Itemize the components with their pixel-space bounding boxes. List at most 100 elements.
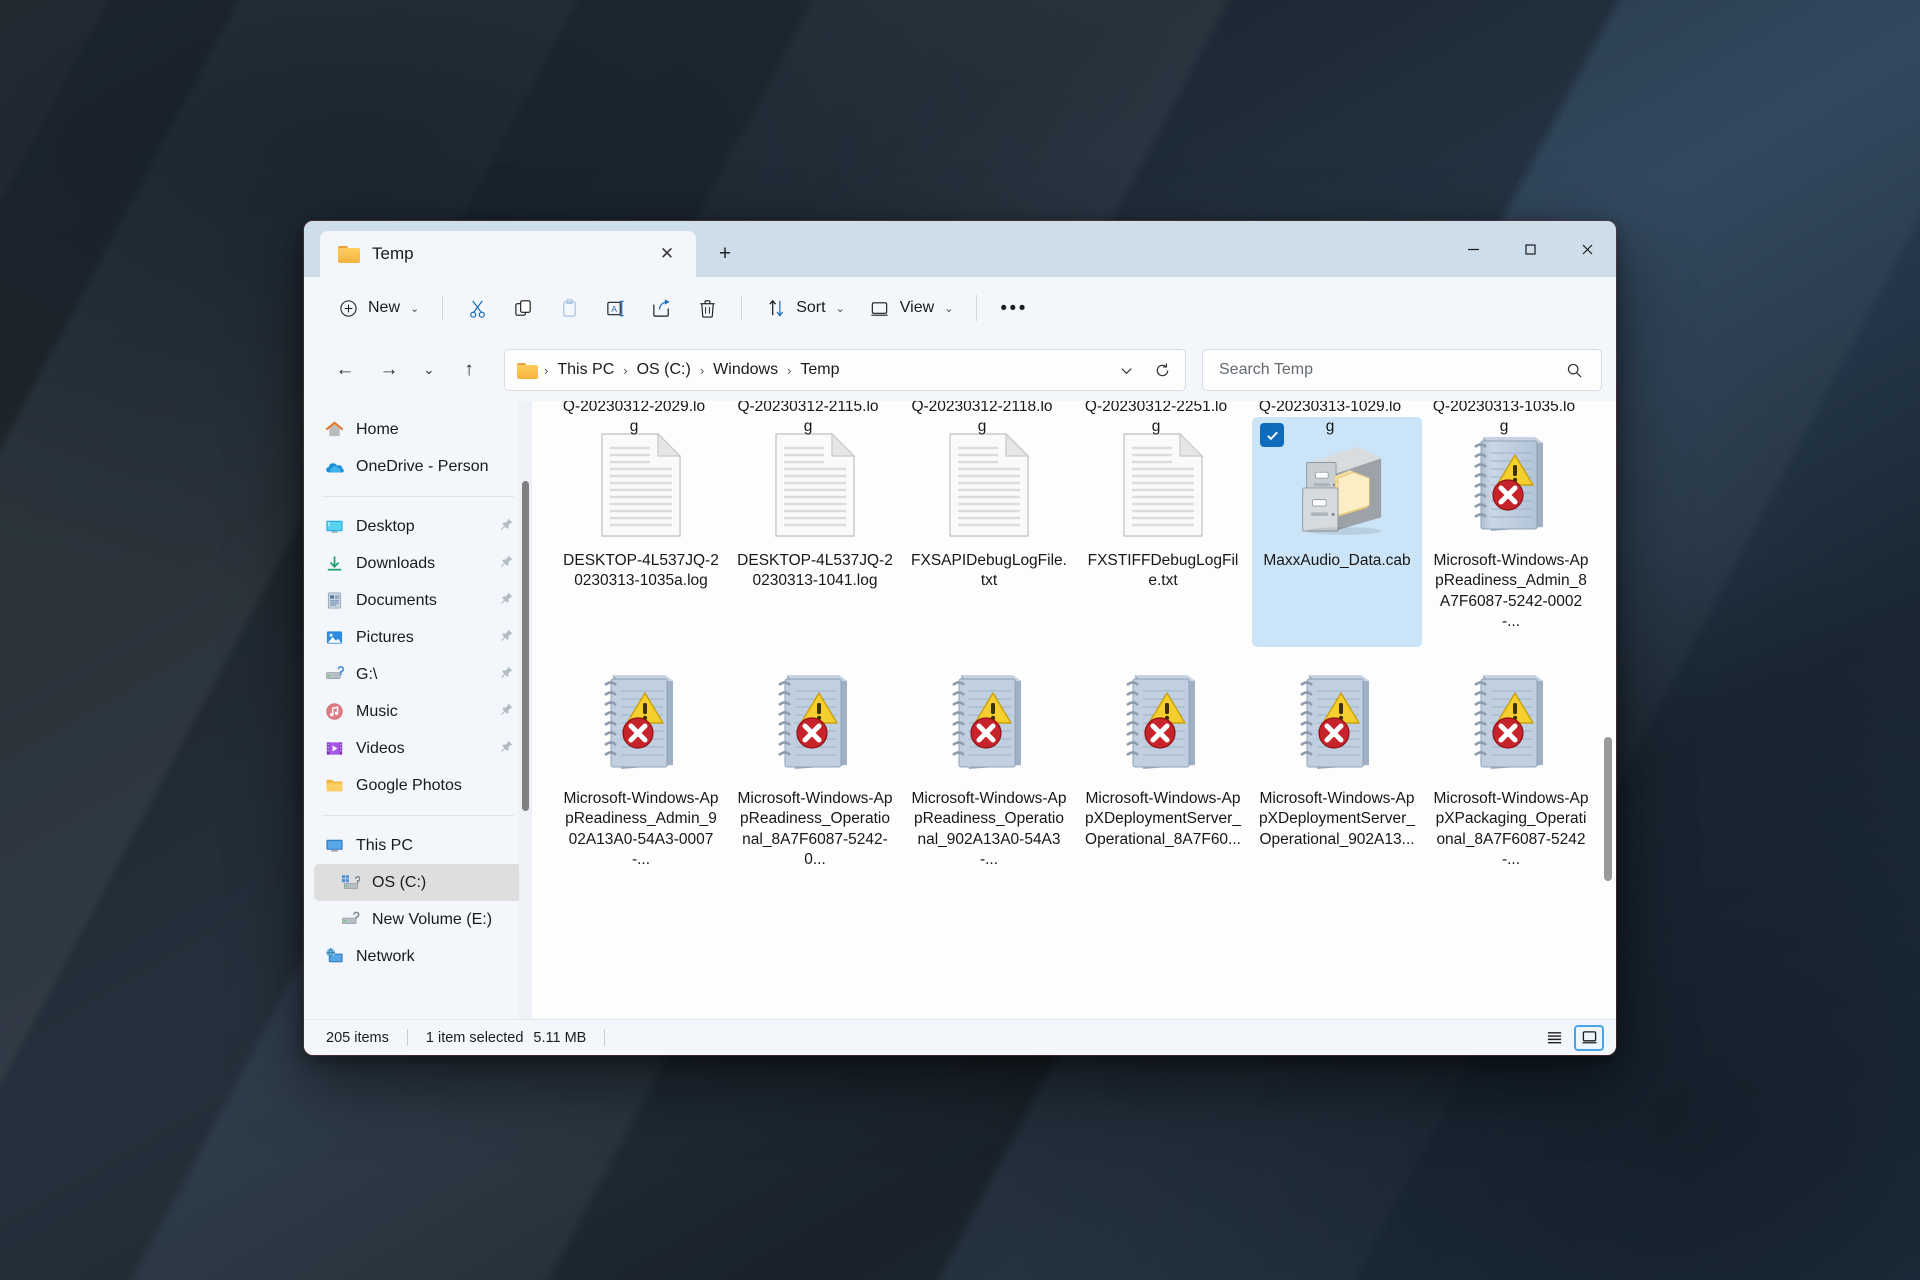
close-tab-icon[interactable]: ✕: [652, 239, 682, 269]
share-icon: [650, 297, 672, 319]
search-icon[interactable]: [1557, 353, 1591, 387]
etl-error-icon: [1463, 425, 1559, 545]
file-tile[interactable]: Microsoft-Windows-AppXPackaging_Operatio…: [1426, 655, 1596, 885]
file-explorer-window: Temp ✕ + New ⌄ A Sort ⌄ View ⌄ ••• ← → ⌄…: [303, 220, 1617, 1056]
sidebar-item-label: Music: [356, 702, 398, 720]
breadcrumb-separator: ›: [787, 362, 792, 378]
file-name: Microsoft-Windows-AppReadiness_Operation…: [911, 790, 1067, 869]
new-tab-button[interactable]: +: [710, 239, 740, 269]
sidebar-item-downloads[interactable]: Downloads: [314, 545, 522, 582]
sidebar-item-desktop[interactable]: Desktop: [314, 508, 522, 545]
content-scrollbar-thumb[interactable]: [1604, 737, 1612, 881]
onedrive-icon: [324, 456, 345, 477]
file-tile[interactable]: DESKTOP-4L537JQ-20230313-1041.log: [730, 417, 900, 647]
text-document-icon: [593, 425, 689, 545]
rename-button[interactable]: A: [593, 288, 637, 328]
sidebar-item-new-volume-e[interactable]: New Volume (E:): [314, 901, 522, 938]
sidebar-item-label: OS (C:): [372, 873, 427, 891]
pin-icon[interactable]: [500, 702, 514, 721]
address-bar[interactable]: › This PC › OS (C:) › Windows › Temp: [504, 349, 1186, 391]
etl-error-icon: [1463, 663, 1559, 783]
refresh-icon[interactable]: [1145, 353, 1179, 387]
sidebar-item-label: Network: [356, 947, 415, 965]
file-tile[interactable]: Microsoft-Windows-AppXDeploymentServer_O…: [1078, 655, 1248, 885]
sidebar-item-onedrive[interactable]: OneDrive - Person: [314, 448, 522, 485]
list-view-button[interactable]: [1539, 1025, 1569, 1051]
file-tile[interactable]: Microsoft-Windows-AppReadiness_Operation…: [904, 655, 1074, 885]
maximize-button[interactable]: [1502, 221, 1559, 277]
large-icons-view-button[interactable]: [1574, 1024, 1604, 1051]
ellipsis-icon: •••: [1000, 297, 1028, 319]
minimize-button[interactable]: [1445, 221, 1502, 277]
view-icon: [869, 297, 891, 319]
file-tile[interactable]: Microsoft-Windows-AppReadiness_Admin_902…: [556, 655, 726, 885]
file-tile[interactable]: Microsoft-Windows-AppXDeploymentServer_O…: [1252, 655, 1422, 885]
recent-locations-button[interactable]: ⌄: [414, 351, 444, 389]
file-tile-selected[interactable]: MaxxAudio_Data.cab: [1252, 417, 1422, 647]
sidebar-item-pictures[interactable]: Pictures: [314, 619, 522, 656]
copy-button[interactable]: [501, 288, 545, 328]
more-options-button[interactable]: •••: [989, 288, 1038, 328]
back-button[interactable]: ←: [326, 351, 364, 389]
share-button[interactable]: [639, 288, 683, 328]
selected-checkbox-icon[interactable]: [1260, 423, 1284, 447]
sidebar-item-network[interactable]: Network: [314, 938, 522, 975]
pin-icon[interactable]: [500, 739, 514, 758]
text-document-icon: [1115, 425, 1211, 545]
paste-button[interactable]: [547, 288, 591, 328]
pin-icon[interactable]: [500, 517, 514, 536]
pin-icon[interactable]: [500, 591, 514, 610]
up-button[interactable]: ↑: [450, 351, 488, 389]
breadcrumb-this-pc[interactable]: This PC: [550, 356, 621, 384]
sidebar-item-home[interactable]: Home: [314, 411, 522, 448]
sidebar-item-os-c[interactable]: OS (C:): [314, 864, 522, 901]
sidebar-item-drive-g[interactable]: G:\: [314, 656, 522, 693]
file-name: FXSAPIDebugLogFile.txt: [911, 552, 1067, 590]
sort-button[interactable]: Sort ⌄: [754, 288, 856, 328]
new-button[interactable]: New ⌄: [326, 288, 430, 328]
cut-button[interactable]: [455, 288, 499, 328]
search-box[interactable]: [1202, 349, 1602, 391]
tab-temp[interactable]: Temp ✕: [320, 231, 696, 277]
nav-scrollbar-thumb[interactable]: [522, 481, 529, 811]
file-tile[interactable]: DESKTOP-4L537JQ-20230313-1035a.log: [556, 417, 726, 647]
sidebar-item-this-pc[interactable]: This PC: [314, 827, 522, 864]
breadcrumb-separator: ›: [544, 362, 549, 378]
chevron-down-icon[interactable]: [1109, 353, 1143, 387]
view-button[interactable]: View ⌄: [858, 288, 965, 328]
sidebar-item-label: New Volume (E:): [372, 910, 493, 928]
file-tile[interactable]: FXSTIFFDebugLogFile.txt: [1078, 417, 1248, 647]
sidebar-item-google-photos[interactable]: Google Photos: [314, 767, 522, 804]
folder-icon: [324, 775, 345, 796]
close-window-button[interactable]: [1559, 221, 1616, 277]
forward-button[interactable]: →: [370, 351, 408, 389]
pin-icon[interactable]: [500, 628, 514, 647]
sidebar-item-videos[interactable]: Videos: [314, 730, 522, 767]
divider: [322, 496, 514, 497]
breadcrumb-temp[interactable]: Temp: [793, 356, 846, 384]
pin-icon[interactable]: [500, 665, 514, 684]
folder-icon: [338, 245, 360, 263]
sidebar-item-label: Pictures: [356, 628, 414, 646]
etl-error-icon: [1115, 663, 1211, 783]
pin-icon[interactable]: [500, 554, 514, 573]
file-tile[interactable]: Microsoft-Windows-AppReadiness_Admin_8A7…: [1426, 417, 1596, 647]
command-bar: New ⌄ A Sort ⌄ View ⌄ •••: [304, 277, 1616, 339]
address-bar-row: ← → ⌄ ↑ › This PC › OS (C:) › Windows › …: [304, 339, 1616, 401]
item-count: 205 items: [326, 1029, 389, 1046]
file-tile[interactable]: FXSAPIDebugLogFile.txt: [904, 417, 1074, 647]
drive-icon: [340, 909, 361, 930]
search-input[interactable]: [1219, 361, 1557, 379]
breadcrumb-windows[interactable]: Windows: [706, 356, 785, 384]
sidebar-item-music[interactable]: Music: [314, 693, 522, 730]
breadcrumb-os-c[interactable]: OS (C:): [630, 356, 698, 384]
delete-button[interactable]: [685, 288, 729, 328]
sidebar-item-documents[interactable]: Documents: [314, 582, 522, 619]
plus-circle-icon: [337, 297, 359, 319]
desktop-icon: [324, 516, 345, 537]
file-name: DESKTOP-4L537JQ-20230313-1041.log: [737, 552, 893, 590]
file-list-view[interactable]: DESKTOP-4L537JQ-20230313-1035a.log DESKT…: [532, 401, 1616, 1019]
file-tile[interactable]: Microsoft-Windows-AppReadiness_Operation…: [730, 655, 900, 885]
home-icon: [324, 419, 345, 440]
content-scrollbar-track[interactable]: [1600, 401, 1614, 1019]
